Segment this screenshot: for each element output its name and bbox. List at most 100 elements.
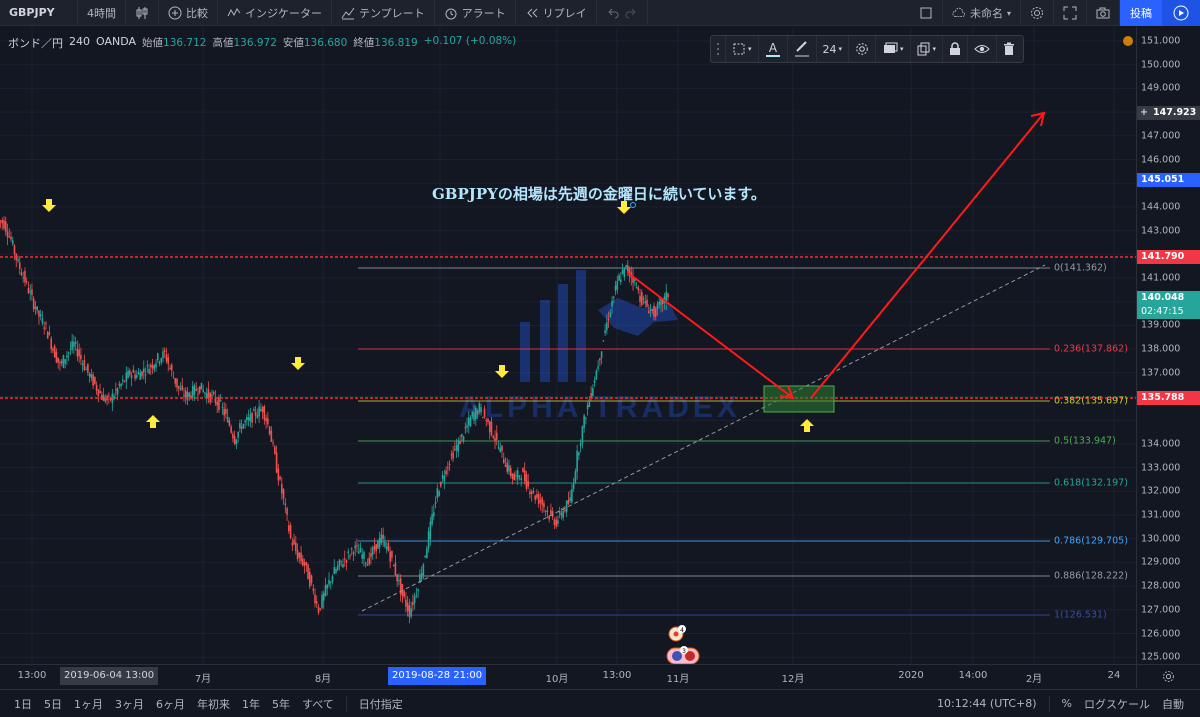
- fib-level-label: 0(141.362): [1054, 262, 1107, 274]
- compare-button[interactable]: 比較: [159, 0, 218, 26]
- candle-body: [321, 594, 323, 608]
- candle-body: [247, 417, 250, 421]
- range-6m[interactable]: 6ヶ月: [150, 696, 191, 712]
- play-button[interactable]: [1162, 0, 1200, 26]
- candle-body: [29, 291, 32, 293]
- candle-body: [69, 349, 72, 351]
- indicators-button[interactable]: インジケーター: [218, 0, 332, 26]
- trend-line[interactable]: [361, 264, 1046, 612]
- candle-body: [27, 287, 30, 293]
- line-color-button[interactable]: [788, 36, 817, 62]
- range-1y[interactable]: 1年: [236, 696, 266, 712]
- candle-body: [370, 553, 372, 557]
- range-5y[interactable]: 5年: [266, 696, 296, 712]
- bar-style-button[interactable]: [126, 0, 159, 26]
- snapshot-button[interactable]: [1087, 0, 1120, 26]
- log-scale-toggle[interactable]: ログスケール: [1078, 696, 1156, 712]
- plus-icon[interactable]: +: [1140, 106, 1148, 120]
- yellow-up-arrow-icon[interactable]: [800, 419, 814, 432]
- forecast-arrows[interactable]: [626, 111, 1046, 400]
- range-ytd[interactable]: 年初来: [191, 696, 236, 712]
- layout-name-button[interactable]: 未命名 ▾: [943, 0, 1021, 26]
- candle-body: [343, 558, 346, 560]
- alert-dot-icon[interactable]: [1123, 36, 1133, 46]
- template-select-button[interactable]: ▾: [726, 36, 759, 62]
- event-badges[interactable]: 4 3: [666, 625, 700, 664]
- templates-button[interactable]: テンプレート: [332, 0, 435, 26]
- fullscreen-layout-button[interactable]: [910, 0, 943, 26]
- lock-button[interactable]: [943, 36, 969, 62]
- candle-body: [158, 361, 161, 364]
- range-5d[interactable]: 5日: [38, 696, 68, 712]
- candle-body: [433, 512, 435, 517]
- watermark-logo: [520, 270, 678, 382]
- interval-button[interactable]: 4時間: [78, 0, 126, 26]
- legend-name[interactable]: ボンド／円: [8, 35, 63, 51]
- candle-body: [81, 363, 84, 365]
- percent-toggle[interactable]: %: [1056, 697, 1078, 710]
- drawing-settings-button[interactable]: [849, 36, 877, 62]
- price-chart[interactable]: ALPHA TRADEX 4 3: [0, 27, 1136, 664]
- clock-timezone[interactable]: 10:12:44 (UTC+8): [931, 697, 1043, 710]
- yellow-down-arrow-icon[interactable]: [42, 199, 56, 212]
- crosshair-price-value: 147.923: [1153, 107, 1197, 118]
- candle-body: [499, 447, 502, 452]
- candle-body: [41, 318, 44, 324]
- candle-body: [625, 265, 627, 268]
- alert-button[interactable]: アラート: [435, 0, 516, 26]
- auto-scale-toggle[interactable]: 自動: [1156, 696, 1190, 712]
- target-zone-box[interactable]: [763, 385, 835, 413]
- hide-button[interactable]: [968, 36, 998, 62]
- font-size-select[interactable]: 24 ▾: [817, 36, 850, 62]
- candle-body: [338, 559, 341, 566]
- drag-handle-icon[interactable]: [711, 36, 726, 62]
- candle-body: [289, 524, 292, 538]
- candle-body: [302, 558, 304, 566]
- candle-body: [583, 415, 585, 428]
- settings-button[interactable]: [1021, 0, 1054, 26]
- yellow-up-arrow-icon[interactable]: [146, 415, 160, 428]
- axis-corner-settings[interactable]: [1136, 664, 1200, 688]
- candle-body: [495, 432, 498, 440]
- time-axis[interactable]: 13:00 2019-06-04 13:00 7月 8月 2019-08-28 …: [0, 664, 1136, 688]
- candle-body: [62, 355, 65, 368]
- clone-button[interactable]: ▾: [911, 36, 944, 62]
- yellow-down-arrow-icon[interactable]: [495, 365, 509, 378]
- symbol-search-button[interactable]: GBPJPY: [0, 0, 78, 26]
- price-axis[interactable]: 151.000 150.000 149.000 147.000 146.000 144.0…: [1136, 27, 1200, 664]
- trash-icon: [1004, 42, 1015, 55]
- candle-body: [560, 512, 563, 516]
- range-all[interactable]: すべて: [296, 696, 340, 712]
- chart-pane[interactable]: ALPHA TRADEX 4 3 0(141.362) 0.236(137.86…: [0, 27, 1136, 664]
- publish-button[interactable]: 投稿: [1120, 0, 1162, 26]
- fullscreen-button[interactable]: [1054, 0, 1087, 26]
- redo-icon[interactable]: [624, 6, 638, 20]
- text-color-button[interactable]: A: [759, 36, 788, 62]
- yellow-down-arrow-icon[interactable]: [291, 357, 305, 370]
- candle-body: [274, 446, 276, 454]
- candle-body: [87, 363, 89, 373]
- candle-body: [204, 392, 206, 394]
- range-1m[interactable]: 1ヶ月: [68, 696, 109, 712]
- chart-annotation-text[interactable]: GBPJPYの相場は先週の金曜日に続いています。: [432, 183, 766, 204]
- range-1d[interactable]: 1日: [8, 696, 38, 712]
- candle-body: [148, 369, 150, 374]
- goto-date-button[interactable]: 日付指定: [353, 696, 409, 712]
- time-label: 10月: [545, 674, 569, 685]
- undo-button[interactable]: [597, 0, 648, 26]
- candle-body: [39, 314, 42, 317]
- candle-body: [578, 452, 580, 456]
- candle-body: [0, 220, 2, 222]
- candle-body: [359, 547, 362, 553]
- range-3m[interactable]: 3ヶ月: [109, 696, 150, 712]
- candle-body: [177, 385, 180, 389]
- replay-button[interactable]: リプレイ: [516, 0, 597, 26]
- candle-body: [382, 535, 384, 539]
- copy-icon: [917, 42, 930, 56]
- candle-body: [20, 272, 23, 276]
- candle-body: [579, 443, 582, 446]
- delete-button[interactable]: [997, 36, 1021, 62]
- price-tick-label: 150.000: [1141, 59, 1181, 71]
- time-label: 12月: [781, 674, 805, 685]
- visibility-layers-button[interactable]: ▾: [876, 36, 911, 62]
